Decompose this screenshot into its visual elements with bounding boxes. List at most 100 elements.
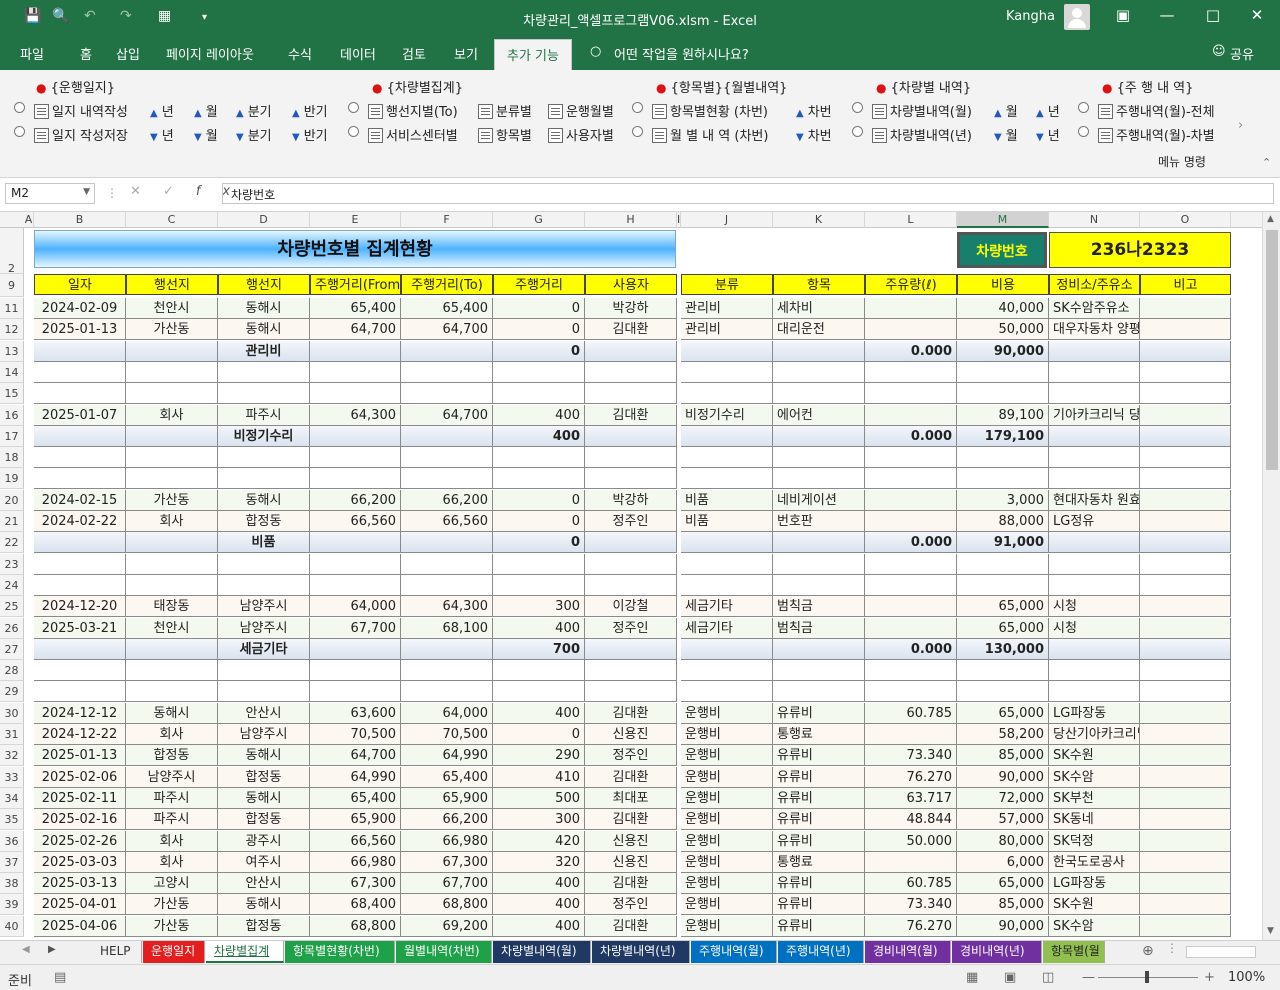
- data-cell[interactable]: 320: [493, 851, 585, 873]
- data-cell[interactable]: 대리운전: [773, 319, 865, 341]
- data-cell[interactable]: LG파장동: [1049, 873, 1140, 895]
- data-cell[interactable]: 68,800: [401, 894, 493, 916]
- row-header[interactable]: 31: [0, 724, 24, 745]
- data-cell[interactable]: LG정유: [1049, 511, 1140, 532]
- subtotal-cell[interactable]: [401, 425, 493, 447]
- subtotal-cell[interactable]: [126, 340, 218, 362]
- row-header[interactable]: 37: [0, 851, 24, 873]
- data-cell[interactable]: 90,000: [957, 915, 1049, 937]
- column-title[interactable]: 사용자: [585, 274, 677, 295]
- run-month-car-button[interactable]: 주행내역(월)-차별: [1098, 125, 1215, 144]
- sheet-tab[interactable]: 차량별내역(월): [493, 941, 591, 963]
- macro-record-icon[interactable]: ▤: [54, 970, 66, 985]
- data-cell[interactable]: 유류비: [773, 830, 865, 852]
- data-cell[interactable]: 시청: [1049, 596, 1140, 618]
- zoom-out-icon[interactable]: —: [1082, 970, 1095, 985]
- subtotal-cell[interactable]: 세금기타: [218, 638, 310, 660]
- radio-icon[interactable]: [348, 126, 359, 137]
- data-cell[interactable]: 동해시: [218, 787, 310, 809]
- data-cell[interactable]: [1140, 511, 1231, 532]
- row-header[interactable]: 9: [0, 274, 24, 297]
- column-header[interactable]: A: [24, 212, 34, 228]
- empty-cell[interactable]: [865, 681, 957, 703]
- subtotal-cell[interactable]: [1049, 340, 1140, 362]
- data-cell[interactable]: 박강하: [585, 489, 677, 511]
- car-monthly-button[interactable]: 차량별내역(월): [872, 101, 972, 120]
- sheet-tab[interactable]: 운행일지: [143, 941, 205, 963]
- data-cell[interactable]: 2024-02-22: [34, 511, 126, 532]
- page-break-icon[interactable]: ◫: [1042, 970, 1054, 985]
- empty-cell[interactable]: [585, 468, 677, 490]
- horizontal-scrollbar[interactable]: [1186, 946, 1256, 958]
- data-cell[interactable]: SK수암: [1049, 766, 1140, 788]
- data-cell[interactable]: 64,000: [310, 596, 401, 618]
- data-cell[interactable]: 회사: [126, 830, 218, 852]
- data-cell[interactable]: 400: [493, 702, 585, 724]
- data-cell[interactable]: [1140, 404, 1231, 426]
- column-header[interactable]: M: [957, 212, 1049, 228]
- data-cell[interactable]: [865, 596, 957, 618]
- empty-cell[interactable]: [865, 660, 957, 682]
- empty-cell[interactable]: [401, 361, 493, 383]
- data-cell[interactable]: SK수원: [1049, 745, 1140, 767]
- empty-cell[interactable]: [34, 383, 126, 405]
- avatar[interactable]: [1064, 4, 1090, 30]
- data-cell[interactable]: 65,400: [310, 787, 401, 809]
- subtotal-cell[interactable]: [773, 425, 865, 447]
- scroll-up-icon[interactable]: ▲: [1267, 214, 1274, 224]
- row-header[interactable]: 26: [0, 617, 24, 639]
- data-cell[interactable]: 2025-02-16: [34, 809, 126, 831]
- car-month-down-button[interactable]: ▼ 월: [994, 125, 1018, 144]
- empty-cell[interactable]: [1049, 468, 1140, 490]
- car-no-down-button[interactable]: ▼ 차번: [796, 125, 832, 144]
- empty-cell[interactable]: [957, 660, 1049, 682]
- data-cell[interactable]: 65,400: [401, 766, 493, 788]
- data-cell[interactable]: 태장동: [126, 596, 218, 618]
- enter-icon[interactable]: ✓: [163, 184, 196, 199]
- row-header[interactable]: 2: [0, 228, 24, 275]
- data-cell[interactable]: 290: [493, 745, 585, 767]
- data-cell[interactable]: 2025-04-06: [34, 915, 126, 937]
- car-yearly-button[interactable]: 차량별내역(년): [872, 125, 972, 144]
- column-header[interactable]: D: [218, 212, 310, 228]
- row-header[interactable]: 15: [0, 383, 24, 405]
- subtotal-cell[interactable]: [1049, 532, 1140, 554]
- subtotal-cell[interactable]: [34, 532, 126, 554]
- data-cell[interactable]: [1140, 851, 1231, 873]
- data-cell[interactable]: 0: [493, 489, 585, 511]
- half-down-button[interactable]: ▼ 반기: [292, 125, 328, 144]
- empty-cell[interactable]: [1049, 383, 1140, 405]
- radio-driving-2[interactable]: [1078, 125, 1089, 140]
- data-cell[interactable]: 65,400: [310, 298, 401, 319]
- data-cell[interactable]: 운행비: [681, 809, 773, 831]
- row-header[interactable]: 33: [0, 766, 24, 788]
- data-cell[interactable]: 2025-01-13: [34, 319, 126, 341]
- data-cell[interactable]: 동해시: [218, 489, 310, 511]
- data-cell[interactable]: 64,700: [401, 319, 493, 341]
- empty-cell[interactable]: [493, 468, 585, 490]
- empty-cell[interactable]: [773, 468, 865, 490]
- data-cell[interactable]: 89,100: [957, 404, 1049, 426]
- data-cell[interactable]: 범칙금: [773, 596, 865, 618]
- minimize-icon[interactable]: —: [1152, 6, 1182, 24]
- chevron-down-icon[interactable]: ▼: [83, 187, 90, 197]
- data-cell[interactable]: [1140, 596, 1231, 618]
- data-cell[interactable]: 네비게이션: [773, 489, 865, 511]
- data-cell[interactable]: 유류비: [773, 745, 865, 767]
- car-no-up-button[interactable]: ▲ 차번: [796, 101, 832, 120]
- vertical-scrollbar[interactable]: ▲ ▼: [1262, 212, 1280, 940]
- data-cell[interactable]: 남양주시: [218, 724, 310, 745]
- row-header[interactable]: 19: [0, 468, 24, 490]
- empty-cell[interactable]: [34, 361, 126, 383]
- data-cell[interactable]: 500: [493, 787, 585, 809]
- data-cell[interactable]: 유류비: [773, 809, 865, 831]
- data-cell[interactable]: 64,000: [401, 702, 493, 724]
- empty-cell[interactable]: [493, 361, 585, 383]
- data-cell[interactable]: 70,500: [401, 724, 493, 745]
- data-cell[interactable]: 정주인: [585, 617, 677, 639]
- data-cell[interactable]: 비품: [681, 511, 773, 532]
- subtotal-cell[interactable]: 700: [493, 638, 585, 660]
- tab-page-layout[interactable]: 페이지 레이아웃: [166, 44, 254, 63]
- sheet-tab[interactable]: 항목별(월: [1043, 941, 1105, 963]
- tab-data[interactable]: 데이터: [340, 44, 376, 63]
